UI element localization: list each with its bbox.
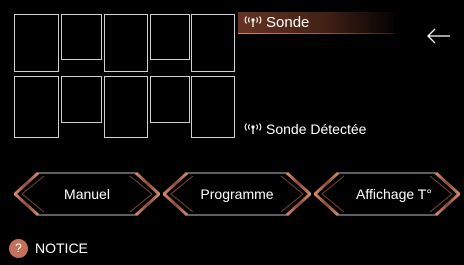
signal-wave-icon [244,16,262,27]
zone-tile[interactable] [150,14,190,60]
sonde-title: Sonde [266,14,310,31]
zone-tile[interactable] [104,76,148,138]
zone-tile[interactable] [61,14,102,60]
mode-button-label: Manuel [64,186,110,202]
zone-tile[interactable] [104,14,148,72]
signal-wave-icon [244,123,262,134]
mode-button-manuel[interactable]: Manuel [14,172,160,216]
zone-tile[interactable] [61,76,102,123]
thermostat-screen: Sonde Sonde Détectée Manuel Programme Af… [0,0,464,265]
back-arrow-icon[interactable] [426,26,452,46]
mode-button-programme[interactable]: Programme [163,172,311,216]
zone-tile[interactable] [191,14,235,72]
zone-tile[interactable] [14,14,59,72]
mode-button-label: Affichage T° [356,186,432,202]
mode-button-affichage-temperature[interactable]: Affichage T° [314,172,460,216]
zone-tile[interactable] [14,76,59,138]
zone-tile[interactable] [150,76,190,123]
mode-button-label: Programme [200,186,274,202]
zone-tile[interactable] [191,76,235,138]
notice-label: NOTICE [35,240,88,256]
sonde-detected-label: Sonde Détectée [266,121,367,137]
sonde-header-underline [238,33,394,34]
question-mark-icon: ? [9,239,28,258]
